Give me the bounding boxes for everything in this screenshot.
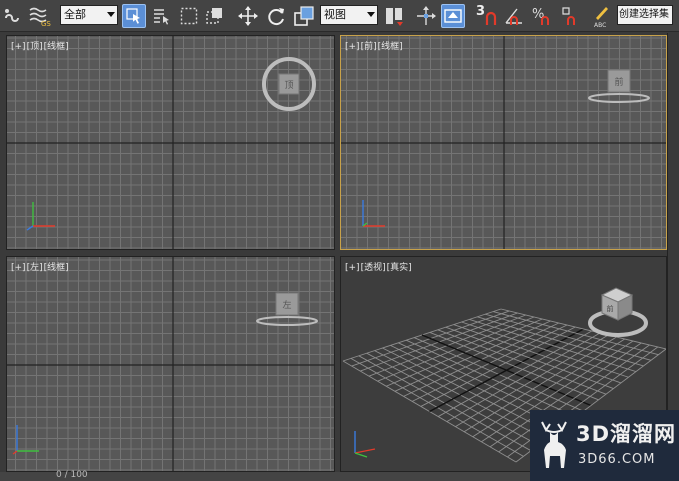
viewport-shading-mode[interactable]: [线框]	[44, 263, 69, 273]
watermark-logo: 3D溜溜网 3D66.COM	[530, 410, 679, 481]
scale-icon[interactable]	[292, 4, 316, 28]
viewport-label[interactable]: [+][透视][真实]	[345, 260, 413, 273]
axis-tripod-icon	[354, 431, 376, 458]
time-slider-counter: 0 / 100	[56, 470, 88, 480]
reference-coordinate-dropdown[interactable]: 视图	[320, 5, 378, 25]
viewport-menu-plus[interactable]: [+]	[345, 263, 360, 273]
axis-tripod-icon	[12, 425, 39, 455]
rotate-icon[interactable]	[264, 4, 288, 28]
viewport-label[interactable]: [+][左][线框]	[11, 260, 70, 273]
angle-snap-icon[interactable]	[502, 4, 526, 28]
viewport-shading-mode[interactable]: [线框]	[378, 42, 403, 52]
keyboard-shortcut-override-button[interactable]	[441, 4, 465, 28]
svg-text:GS: GS	[41, 20, 51, 27]
viewport-point-of-view[interactable]: [左]	[27, 263, 43, 273]
viewcube-icon[interactable]: 前	[586, 283, 652, 339]
spinner-snap-icon[interactable]	[558, 4, 582, 28]
viewport-menu-plus[interactable]: [+]	[345, 42, 360, 52]
viewport-label[interactable]: [+][前][线框]	[345, 39, 404, 52]
time-slider[interactable]: 0 / 100	[0, 470, 530, 481]
select-object-button[interactable]	[122, 4, 146, 28]
viewport-front[interactable]: [+][前][线框] 前	[340, 35, 667, 250]
viewcube-face-label: 顶	[284, 80, 293, 91]
select-by-name-icon[interactable]	[150, 4, 174, 28]
pivot-center-icon[interactable]	[382, 4, 406, 28]
watermark-url: 3D66.COM	[578, 452, 656, 467]
axis-tripod-icon	[26, 202, 55, 231]
chevron-down-icon	[107, 12, 115, 17]
bind-to-space-warp-icon[interactable]: GS	[26, 4, 52, 28]
viewcube-face-label: 前	[607, 304, 614, 313]
move-icon[interactable]	[236, 4, 260, 28]
window-crossing-icon[interactable]	[204, 4, 226, 28]
snap-dimension-number: 3	[476, 4, 486, 19]
viewport-label[interactable]: [+][顶][线框]	[11, 39, 70, 52]
viewcube-icon[interactable]: 前	[587, 66, 651, 106]
viewcube-face-label: 左	[282, 299, 291, 311]
viewport-point-of-view[interactable]: [顶]	[27, 42, 43, 52]
viewport-shading-mode[interactable]: [线框]	[44, 42, 69, 52]
select-and-manipulate-icon[interactable]	[414, 4, 438, 28]
svg-text:ABC: ABC	[594, 22, 606, 28]
snaps-toggle-icon[interactable]: 3	[474, 4, 500, 28]
viewport-shading-mode[interactable]: [真实]	[387, 263, 412, 273]
select-and-link-icon[interactable]	[2, 4, 24, 28]
viewport-point-of-view[interactable]: [前]	[361, 42, 377, 52]
named-selection-set-input[interactable]: 创建选择集	[617, 5, 673, 25]
viewcube-icon[interactable]: 左	[255, 289, 319, 329]
viewport-top[interactable]: [+][顶][线框] 顶	[6, 35, 335, 250]
percent-snap-icon[interactable]: %	[530, 4, 554, 28]
axis-tripod-icon	[362, 200, 385, 227]
rectangular-selection-icon[interactable]	[178, 4, 200, 28]
viewcube-face-label: 前	[614, 76, 623, 88]
watermark-title: 3D溜溜网	[576, 422, 677, 446]
viewport-point-of-view[interactable]: [透视]	[361, 263, 386, 273]
selection-filter-dropdown[interactable]: 全部	[60, 5, 118, 25]
chevron-down-icon	[367, 12, 375, 17]
edit-named-selection-icon[interactable]: ABC	[590, 4, 614, 28]
viewport-left[interactable]: [+][左][线框] 左	[6, 256, 335, 472]
deer-logo-icon	[541, 421, 567, 468]
selection-filter-value: 全部	[64, 8, 86, 21]
viewport-menu-plus[interactable]: [+]	[11, 263, 26, 273]
reference-coordinate-value: 视图	[324, 8, 346, 21]
viewport-menu-plus[interactable]: [+]	[11, 42, 26, 52]
main-toolbar: GS 全部 视图 3 % ABC 创建选择集	[0, 0, 679, 32]
viewcube-icon[interactable]: 顶	[259, 54, 319, 114]
